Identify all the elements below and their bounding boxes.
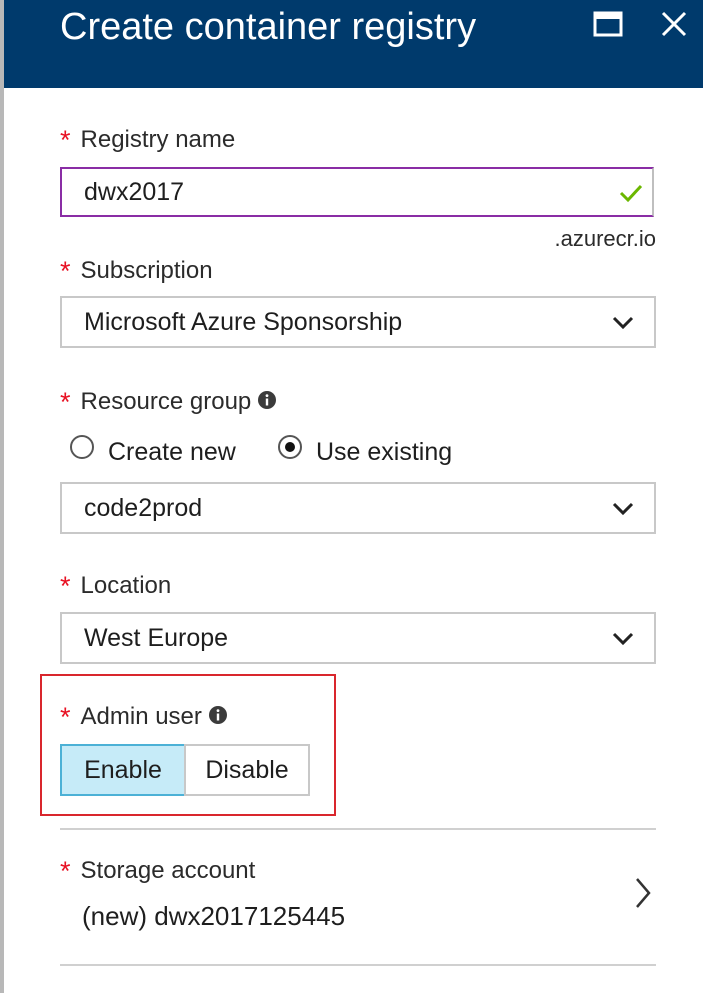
info-icon[interactable] <box>208 705 228 725</box>
close-button[interactable] <box>656 8 692 42</box>
chevron-down-icon <box>612 632 634 646</box>
registry-name-value: dwx2017 <box>84 178 185 206</box>
radio-circle-selected <box>278 435 302 459</box>
required-star: * <box>60 856 71 886</box>
admin-user-label-text: Admin user <box>80 703 202 730</box>
maximize-icon <box>593 11 623 37</box>
radio-use-existing-label: Use existing <box>316 438 453 466</box>
subscription-dropdown[interactable]: Microsoft Azure Sponsorship <box>60 296 656 348</box>
radio-create-new-label: Create new <box>108 438 236 466</box>
storage-account-row[interactable]: * Storage account (new) dwx2017125445 <box>60 830 656 964</box>
divider <box>60 964 656 966</box>
storage-account-label-text: Storage account <box>80 857 256 884</box>
close-icon <box>661 11 687 37</box>
resource-group-value: code2prod <box>84 494 203 522</box>
resource-group-label-text: Resource group <box>80 388 252 415</box>
location-label-text: Location <box>80 572 172 599</box>
admin-user-disable-button[interactable]: Disable <box>184 744 310 796</box>
admin-user-label: * Admin user <box>60 702 228 732</box>
subscription-value: Microsoft Azure Sponsorship <box>84 308 403 336</box>
chevron-down-icon <box>612 502 634 516</box>
chevron-right-icon <box>636 878 651 908</box>
radio-selected-dot <box>285 442 295 452</box>
storage-account-value: (new) dwx2017125445 <box>82 901 346 931</box>
required-star: * <box>60 256 71 286</box>
location-dropdown[interactable]: West Europe <box>60 612 656 664</box>
blade-left-edge <box>0 0 4 993</box>
chevron-down-icon <box>612 316 634 330</box>
location-label: * Location <box>60 571 171 601</box>
admin-user-toggle: Enable Disable <box>60 744 310 796</box>
maximize-button[interactable] <box>590 8 626 42</box>
required-star: * <box>60 387 71 417</box>
location-value: West Europe <box>84 624 229 652</box>
info-icon[interactable] <box>257 390 277 410</box>
required-star: * <box>60 571 71 601</box>
registry-name-label: * Registry name <box>60 125 235 155</box>
valid-check-icon <box>619 184 643 203</box>
required-star: * <box>60 702 71 732</box>
subscription-label: * Subscription <box>60 256 213 286</box>
radio-circle <box>70 435 94 459</box>
registry-name-label-text: Registry name <box>80 126 236 153</box>
blade-header: Create container registry <box>4 0 703 88</box>
required-star: * <box>60 125 71 155</box>
registry-domain-suffix: .azurecr.io <box>554 226 657 251</box>
resource-group-dropdown[interactable]: code2prod <box>60 482 656 534</box>
registry-name-input[interactable]: dwx2017 <box>60 167 654 217</box>
resource-group-label: * Resource group <box>60 387 277 417</box>
storage-account-label: * Storage account <box>60 856 255 886</box>
page-title: Create container registry <box>60 6 477 48</box>
subscription-label-text: Subscription <box>80 257 213 284</box>
admin-user-enable-button[interactable]: Enable <box>60 744 186 796</box>
